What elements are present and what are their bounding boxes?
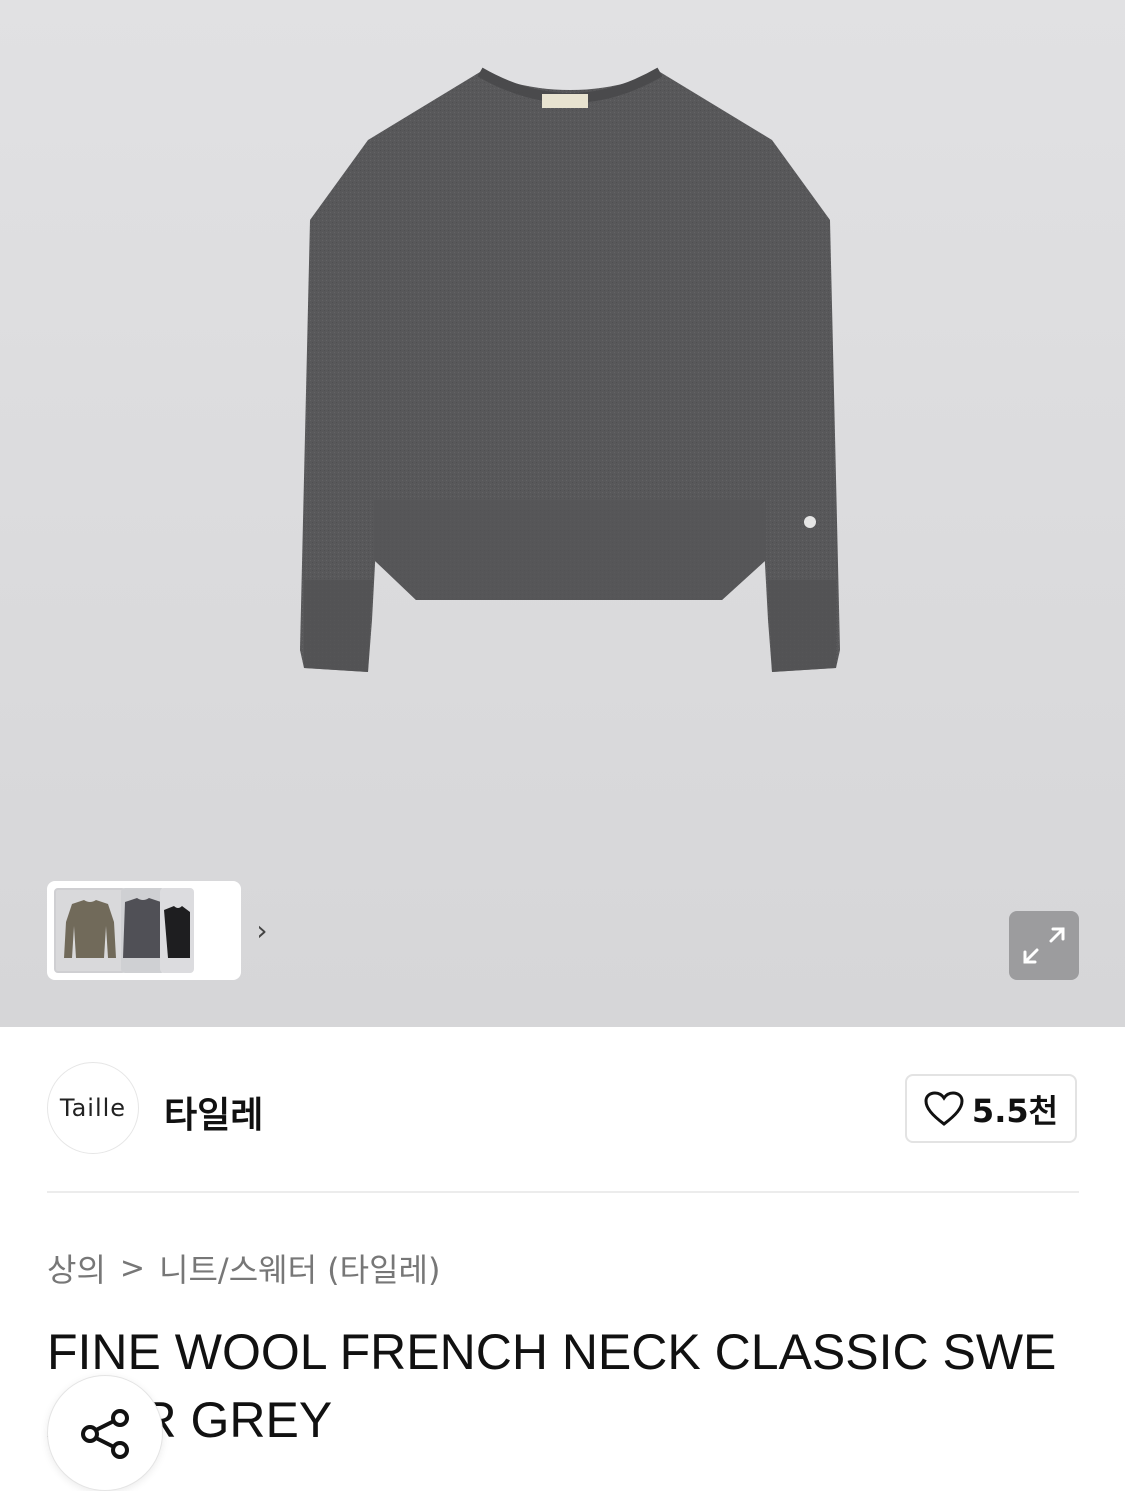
like-count: 5.5천 [971, 1091, 1059, 1130]
expand-icon [1023, 927, 1065, 964]
product-image[interactable] [290, 60, 850, 680]
expand-button[interactable] [1009, 911, 1079, 980]
brand-logo-text: Taille [59, 1094, 127, 1122]
chevron-right-icon: > [119, 1250, 146, 1286]
breadcrumb-subcategory[interactable]: 니트/스웨터 (타일레) [159, 1245, 440, 1291]
share-button[interactable] [47, 1375, 163, 1491]
thumbnail-grey[interactable] [121, 888, 165, 973]
chevron-right-icon[interactable]: › [247, 911, 277, 951]
breadcrumb: 상의 > 니트/스웨터 (타일레) [47, 1245, 440, 1291]
divider [47, 1191, 1079, 1193]
like-button[interactable]: 5.5천 [905, 1074, 1077, 1143]
brand-logo[interactable]: Taille [47, 1062, 139, 1154]
thumbnail-olive[interactable] [54, 888, 126, 973]
breadcrumb-category[interactable]: 상의 [47, 1245, 106, 1291]
brand-row: Taille 타일레 5.5천 [47, 1062, 1079, 1156]
heart-icon [924, 1090, 964, 1126]
thumbnail-strip: › [47, 881, 268, 980]
thumbnail-black[interactable] [160, 888, 194, 973]
share-icon [81, 1409, 129, 1459]
brand-name[interactable]: 타일레 [164, 1086, 263, 1138]
product-title: FINE WOOL FRENCH NECK CLASSIC SWEATER GR… [47, 1324, 1057, 1448]
product-image-gallery[interactable]: › [0, 0, 1125, 1027]
